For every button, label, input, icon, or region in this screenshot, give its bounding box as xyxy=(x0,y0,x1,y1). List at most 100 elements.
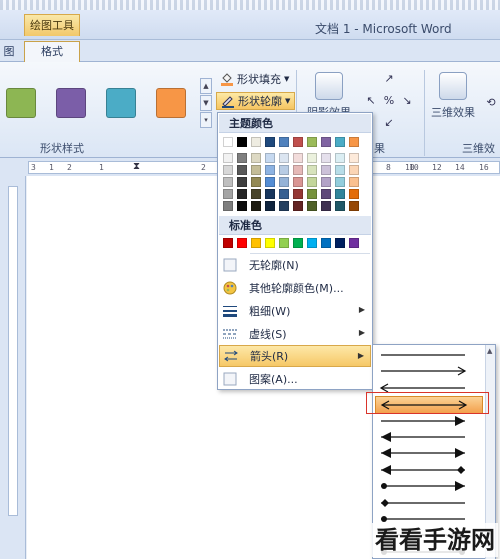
theme-shade-swatch[interactable] xyxy=(279,177,289,187)
theme-shade-swatch[interactable] xyxy=(321,165,331,175)
standard-color-swatch[interactable] xyxy=(251,238,261,248)
theme-shade-swatch[interactable] xyxy=(349,189,359,199)
weight-menu-item[interactable]: 粗细(W) ▶ xyxy=(219,300,371,322)
shape-style-gallery-scroll[interactable]: ▲ ▼ ▾ xyxy=(200,78,212,128)
shadow-toggle-icon[interactable]: % xyxy=(382,94,396,108)
more-outline-colors-menu-item[interactable]: 其他轮廓颜色(M)... xyxy=(219,277,371,299)
standard-color-swatch[interactable] xyxy=(265,238,275,248)
shape-style-swatch-orange[interactable] xyxy=(156,88,186,118)
theme-shade-swatch[interactable] xyxy=(223,201,233,211)
theme-color-swatch[interactable] xyxy=(251,137,261,147)
theme-shade-swatch[interactable] xyxy=(279,165,289,175)
arrow-style-double-thick-arrow[interactable] xyxy=(375,445,483,463)
drawing-tools-context-tab[interactable]: 绘图工具 xyxy=(24,14,80,36)
theme-shade-swatch[interactable] xyxy=(223,189,233,199)
arrow-style-diamond-line[interactable] xyxy=(375,495,483,513)
theme-shade-swatch[interactable] xyxy=(265,153,275,163)
shape-style-swatch-purple[interactable] xyxy=(56,88,86,118)
shadow-nudge-up-icon[interactable]: ↗ xyxy=(382,72,396,86)
arrow-style-line[interactable] xyxy=(375,347,483,365)
theme-shade-swatch[interactable] xyxy=(335,189,345,199)
shape-outline-button[interactable]: 形状轮廓 ▼ xyxy=(216,92,296,110)
theme-shade-swatch[interactable] xyxy=(251,201,261,211)
theme-shade-swatch[interactable] xyxy=(335,165,345,175)
theme-shade-swatch[interactable] xyxy=(349,201,359,211)
theme-color-swatch[interactable] xyxy=(321,137,331,147)
theme-shade-swatch[interactable] xyxy=(293,201,303,211)
arrow-style-double-arrow-dots[interactable] xyxy=(375,478,483,496)
theme-color-swatch[interactable] xyxy=(349,137,359,147)
gallery-up-icon[interactable]: ▲ xyxy=(200,78,212,94)
theme-shade-swatch[interactable] xyxy=(279,189,289,199)
arrows-menu-item[interactable]: 箭头(R) ▶ xyxy=(219,345,371,367)
three-d-effects-button[interactable]: 三维效果 xyxy=(424,66,482,138)
theme-shade-swatch[interactable] xyxy=(307,165,317,175)
theme-shade-swatch[interactable] xyxy=(335,153,345,163)
standard-color-swatch[interactable] xyxy=(237,238,247,248)
theme-color-swatch[interactable] xyxy=(223,137,233,147)
shape-fill-button[interactable]: 形状填充 ▼ xyxy=(216,70,293,88)
theme-shade-swatch[interactable] xyxy=(293,177,303,187)
theme-shade-swatch[interactable] xyxy=(349,153,359,163)
theme-shade-swatch[interactable] xyxy=(237,189,247,199)
theme-shade-swatch[interactable] xyxy=(349,177,359,187)
standard-color-swatch[interactable] xyxy=(279,238,289,248)
shape-style-swatch-green[interactable] xyxy=(6,88,36,118)
theme-shade-swatch[interactable] xyxy=(223,165,233,175)
standard-color-swatch[interactable] xyxy=(321,238,331,248)
theme-shade-swatch[interactable] xyxy=(321,201,331,211)
theme-shade-swatch[interactable] xyxy=(237,153,247,163)
theme-shade-swatch[interactable] xyxy=(223,177,233,187)
theme-shade-swatch[interactable] xyxy=(335,177,345,187)
theme-shade-swatch[interactable] xyxy=(265,201,275,211)
theme-color-swatch[interactable] xyxy=(279,137,289,147)
theme-shade-swatch[interactable] xyxy=(293,189,303,199)
theme-shade-swatch[interactable] xyxy=(307,153,317,163)
theme-color-swatch[interactable] xyxy=(237,137,247,147)
theme-shade-swatch[interactable] xyxy=(251,177,261,187)
shadow-nudge-right-icon[interactable]: ↘ xyxy=(400,94,414,108)
theme-color-swatch[interactable] xyxy=(265,137,275,147)
theme-shade-swatch[interactable] xyxy=(237,177,247,187)
indent-marker-icon[interactable]: ⧗ xyxy=(133,162,140,172)
theme-color-swatch[interactable] xyxy=(307,137,317,147)
standard-color-swatch[interactable] xyxy=(349,238,359,248)
tab-partial-left[interactable]: 图 xyxy=(0,42,18,62)
theme-shade-swatch[interactable] xyxy=(335,201,345,211)
theme-shade-swatch[interactable] xyxy=(237,201,247,211)
theme-shade-swatch[interactable] xyxy=(251,153,261,163)
scroll-up-icon[interactable]: ▲ xyxy=(487,347,492,355)
theme-shade-swatch[interactable] xyxy=(251,189,261,199)
theme-shade-swatch[interactable] xyxy=(279,153,289,163)
pattern-menu-item[interactable]: 图案(A)... xyxy=(219,368,371,390)
theme-shade-swatch[interactable] xyxy=(307,177,317,187)
theme-shade-swatch[interactable] xyxy=(265,165,275,175)
theme-shade-swatch[interactable] xyxy=(321,189,331,199)
gallery-down-icon[interactable]: ▼ xyxy=(200,95,212,111)
arrow-style-right-arrow[interactable] xyxy=(375,363,483,381)
arrow-style-right-thick-arrow[interactable] xyxy=(375,413,483,431)
theme-color-swatch[interactable] xyxy=(293,137,303,147)
theme-color-swatch[interactable] xyxy=(335,137,345,147)
no-outline-menu-item[interactable]: 无轮廓(N) xyxy=(219,254,371,276)
standard-color-swatch[interactable] xyxy=(335,238,345,248)
theme-shade-swatch[interactable] xyxy=(307,201,317,211)
theme-shade-swatch[interactable] xyxy=(251,165,261,175)
theme-shade-swatch[interactable] xyxy=(293,153,303,163)
dashes-menu-item[interactable]: 虚线(S) ▶ xyxy=(219,323,371,345)
three-d-tilt-icon[interactable]: ⟲ xyxy=(484,96,498,110)
arrow-style-left-thick-arrow[interactable] xyxy=(375,429,483,447)
arrow-style-left-arrow-diamond-end[interactable] xyxy=(375,462,483,480)
theme-shade-swatch[interactable] xyxy=(279,201,289,211)
gallery-more-icon[interactable]: ▾ xyxy=(200,112,212,128)
standard-color-swatch[interactable] xyxy=(293,238,303,248)
shape-style-swatch-teal[interactable] xyxy=(106,88,136,118)
theme-shade-swatch[interactable] xyxy=(265,177,275,187)
theme-shade-swatch[interactable] xyxy=(321,177,331,187)
standard-color-swatch[interactable] xyxy=(223,238,233,248)
shadow-nudge-down-icon[interactable]: ↙ xyxy=(382,116,396,130)
theme-shade-swatch[interactable] xyxy=(321,153,331,163)
theme-shade-swatch[interactable] xyxy=(293,165,303,175)
tab-format[interactable]: 格式 xyxy=(24,41,80,63)
theme-shade-swatch[interactable] xyxy=(307,189,317,199)
